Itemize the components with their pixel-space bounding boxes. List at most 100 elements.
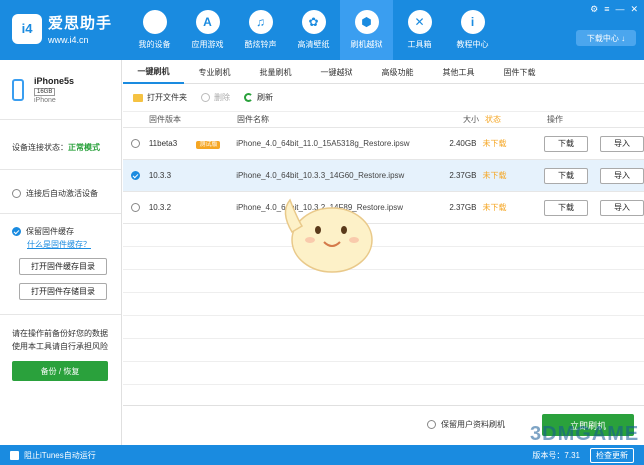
- firmware-name: iPhone_4.0_64bit_10.3.2_14F89_Restore.ip…: [236, 203, 403, 212]
- window-controls: ⚙ ≡ — ✕: [590, 4, 638, 15]
- firmware-size: 2.40GB: [449, 139, 477, 148]
- table-row[interactable]: 11beta3 测试版 iPhone_4.0_64bit_11.0_15A531…: [123, 128, 644, 160]
- tab-other-tools[interactable]: 其他工具: [428, 60, 489, 84]
- flower-icon: ✿: [301, 10, 326, 34]
- tools-icon: ✕: [407, 10, 432, 34]
- toolbar: 打开文件夹 删除 刷新: [123, 84, 644, 112]
- connection-status: 设备连接状态：正常模式: [0, 120, 121, 170]
- tab-firmware-download[interactable]: 固件下载: [489, 60, 550, 84]
- status-bar: 阻止iTunes自动运行 版本号：7.31 检查更新: [0, 445, 644, 465]
- nav-my-device[interactable]: 我的设备: [128, 0, 181, 60]
- what-is-cache-link[interactable]: 什么是固件缓存？: [27, 240, 91, 249]
- nav-wallpapers[interactable]: ✿ 高清壁纸: [287, 0, 340, 60]
- info-icon: i: [460, 10, 485, 34]
- folder-icon: [133, 93, 143, 102]
- download-button[interactable]: 下载: [544, 199, 589, 216]
- row-radio[interactable]: [131, 139, 141, 148]
- tab-one-click-jailbreak[interactable]: 一键越狱: [306, 60, 367, 84]
- nav-toolbox[interactable]: ✕ 工具箱: [393, 0, 446, 60]
- device-capacity: 16GB: [34, 87, 56, 96]
- dropbox-icon: ⬢: [354, 10, 379, 34]
- nav-flash-jailbreak[interactable]: ⬢ 刷机越狱: [340, 0, 393, 60]
- open-folder-label: 打开文件夹: [147, 93, 187, 102]
- nav-label: 我的设备: [138, 40, 171, 49]
- download-button[interactable]: 下载: [544, 167, 589, 184]
- tab-batch-flash[interactable]: 批量刷机: [245, 60, 306, 84]
- sidebar: iPhone5s 16GB iPhone 设备连接状态：正常模式 连接后自动激活…: [0, 60, 122, 445]
- app-name: 爱思助手: [48, 15, 113, 32]
- open-cache-dir-button[interactable]: 打开固件缓存目录: [19, 258, 107, 275]
- col-status: 状态: [485, 115, 501, 124]
- import-button[interactable]: 导入: [600, 135, 644, 152]
- backup-note-line: 请在操作前备份好您的数据: [12, 329, 108, 338]
- top-bar: i4 爱思助手 www.i4.cn 我的设备 A 应用游戏 ♫ 酷炫铃声 ✿ 高…: [0, 0, 644, 60]
- connection-label: 设备连接状态：: [12, 143, 68, 152]
- firmware-status: 未下载: [482, 139, 507, 148]
- delete-button[interactable]: 删除: [201, 92, 230, 103]
- firmware-version: 10.3.2: [148, 203, 172, 212]
- keep-user-data-option[interactable]: 保留用户资料刷机: [427, 419, 505, 430]
- nav-label: 应用游戏: [191, 40, 224, 49]
- open-folder-button[interactable]: 打开文件夹: [133, 92, 187, 103]
- gear-icon[interactable]: ⚙: [590, 4, 598, 15]
- nav-apps[interactable]: A 应用游戏: [181, 0, 234, 60]
- download-center-button[interactable]: 下载中心 ↓: [576, 30, 636, 46]
- keep-user-data-label: 保留用户资料刷机: [441, 420, 505, 429]
- apple-icon: [142, 10, 167, 34]
- delete-icon: [201, 93, 210, 102]
- close-icon[interactable]: ✕: [630, 4, 638, 15]
- block-itunes-checkbox[interactable]: [10, 451, 19, 460]
- auto-activate-label: 连接后自动激活设备: [26, 189, 98, 198]
- beta-badge: 测试版: [196, 141, 221, 149]
- import-button[interactable]: 导入: [600, 167, 644, 184]
- keep-user-data-radio[interactable]: [427, 420, 436, 429]
- connection-value: 正常模式: [68, 143, 100, 152]
- logo-badge: i4: [12, 13, 42, 44]
- app-logo: i4 爱思助手 www.i4.cn: [12, 12, 112, 45]
- nav-tutorials[interactable]: i 教程中心: [446, 0, 499, 60]
- keep-firmware-option[interactable]: 保留固件缓存: [0, 226, 121, 237]
- bell-icon: ♫: [248, 10, 273, 34]
- menu-icon[interactable]: ≡: [604, 4, 609, 15]
- nav-ringtones[interactable]: ♫ 酷炫铃声: [234, 0, 287, 60]
- firmware-version: 11beta3: [148, 139, 178, 148]
- table-row[interactable]: 10.3.2 iPhone_4.0_64bit_10.3.2_14F89_Res…: [123, 192, 644, 224]
- block-itunes-option[interactable]: 阻止iTunes自动运行: [10, 450, 96, 461]
- row-radio[interactable]: [131, 171, 141, 180]
- table-row[interactable]: 10.3.3 iPhone_4.0_64bit_10.3.3_14G60_Res…: [123, 160, 644, 192]
- app-store-icon: A: [195, 10, 220, 34]
- keep-firmware-checkbox[interactable]: [12, 227, 21, 236]
- tab-pro-flash[interactable]: 专业刷机: [184, 60, 245, 84]
- tab-one-click-flash[interactable]: 一键刷机: [123, 60, 184, 84]
- firmware-name: iPhone_4.0_64bit_10.3.3_14G60_Restore.ip…: [236, 171, 405, 180]
- auto-activate-option[interactable]: 连接后自动激活设备: [0, 188, 121, 199]
- tab-bar: 一键刷机 专业刷机 批量刷机 一键越狱 高级功能 其他工具 固件下载: [123, 60, 644, 84]
- row-radio[interactable]: [131, 203, 141, 212]
- phone-icon: [12, 78, 24, 101]
- check-update-button[interactable]: 检查更新: [590, 448, 634, 463]
- open-storage-dir-button[interactable]: 打开固件存储目录: [19, 283, 107, 300]
- nav-label: 教程中心: [456, 40, 489, 49]
- firmware-status: 未下载: [482, 171, 507, 180]
- firmware-size: 2.37GB: [449, 203, 477, 212]
- device-type: iPhone: [34, 96, 56, 104]
- tab-advanced[interactable]: 高级功能: [367, 60, 428, 84]
- minimize-icon[interactable]: —: [615, 4, 624, 15]
- app-url: www.i4.cn: [48, 35, 89, 45]
- firmware-name: iPhone_4.0_64bit_11.0_15A5318g_Restore.i…: [236, 139, 410, 148]
- firmware-size: 2.37GB: [449, 171, 477, 180]
- firmware-version: 10.3.3: [148, 171, 172, 180]
- col-version: 固件版本: [149, 115, 181, 124]
- nav-label: 刷机越狱: [350, 40, 383, 49]
- refresh-button[interactable]: 刷新: [244, 92, 273, 103]
- backup-restore-button[interactable]: 备份 / 恢复: [12, 361, 108, 381]
- nav-label: 工具箱: [407, 40, 432, 49]
- refresh-icon: [244, 93, 253, 102]
- import-button[interactable]: 导入: [600, 199, 644, 216]
- block-itunes-label: 阻止iTunes自动运行: [24, 451, 96, 460]
- download-button[interactable]: 下载: [544, 135, 589, 152]
- firmware-status: 未下载: [482, 203, 507, 212]
- version-label: 版本号：7.31: [532, 451, 580, 460]
- auto-activate-radio[interactable]: [12, 189, 21, 198]
- main-panel: 一键刷机 专业刷机 批量刷机 一键越狱 高级功能 其他工具 固件下载 打开文件夹…: [123, 60, 644, 445]
